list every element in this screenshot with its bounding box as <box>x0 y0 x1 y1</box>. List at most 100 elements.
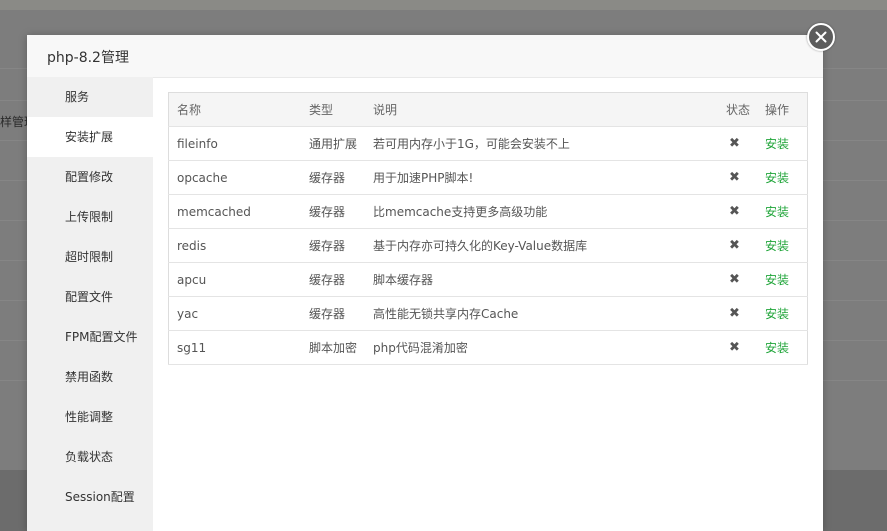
cell-type: 缓存器 <box>309 205 346 219</box>
table-cell: 安装 <box>757 126 808 161</box>
sidebar-item[interactable]: Session配置 <box>27 477 153 517</box>
table-cell: 高性能无锁共享内存Cache <box>365 296 718 331</box>
install-link[interactable]: 安装 <box>765 205 789 219</box>
table-cell: sg11 <box>168 330 301 365</box>
cell-type: 缓存器 <box>309 239 346 253</box>
table-cell: 缓存器 <box>301 228 365 263</box>
cell-desc: 基于内存亦可持久化的Key-Value数据库 <box>373 239 588 253</box>
status-x-icon: ✖ <box>729 136 740 151</box>
table-cell: ✖ <box>718 296 757 331</box>
table-cell: memcached <box>168 194 301 229</box>
cell-desc: 脚本缓存器 <box>373 273 434 287</box>
table-row: yac 缓存器 高性能无锁共享内存Cache ✖ 安装 <box>168 296 808 331</box>
cell-type: 缓存器 <box>309 171 346 185</box>
table-row: opcache 缓存器 用于加速PHP脚本! ✖ 安装 <box>168 160 808 195</box>
status-x-icon: ✖ <box>729 272 740 287</box>
extensions-table: 名称 类型 说明 状态 操作 fileinfo 通用扩展 若可用内存小于1G，可能会… <box>168 92 808 365</box>
table-cell: 比memcache支持更多高级功能 <box>365 194 718 229</box>
sidebar-item[interactable]: 禁用函数 <box>27 357 153 397</box>
table-cell: 缓存器 <box>301 194 365 229</box>
sidebar-item[interactable]: 服务 <box>27 77 153 117</box>
status-x-icon: ✖ <box>729 238 740 253</box>
cell-name: memcached <box>177 204 251 219</box>
cell-desc: 若可用内存小于1G，可能会安装不上 <box>373 137 570 151</box>
table-cell: 缓存器 <box>301 160 365 195</box>
column-header-name: 名称 <box>168 92 301 127</box>
table-cell: 若可用内存小于1G，可能会安装不上 <box>365 126 718 161</box>
close-dialog-button[interactable] <box>807 23 835 51</box>
table-cell: ✖ <box>718 160 757 195</box>
column-header-status: 状态 <box>718 92 757 127</box>
cell-name: yac <box>177 306 199 321</box>
table-cell: 脚本加密 <box>301 330 365 365</box>
cell-name: opcache <box>177 170 228 185</box>
status-x-icon: ✖ <box>729 204 740 219</box>
table-cell: 安装 <box>757 160 808 195</box>
cell-desc: 比memcache支持更多高级功能 <box>373 205 548 219</box>
cell-name: fileinfo <box>177 136 218 151</box>
table-row: apcu 缓存器 脚本缓存器 ✖ 安装 <box>168 262 808 297</box>
table-cell: 基于内存亦可持久化的Key-Value数据库 <box>365 228 718 263</box>
table-row: fileinfo 通用扩展 若可用内存小于1G，可能会安装不上 ✖ 安装 <box>168 126 808 161</box>
cell-name: apcu <box>177 272 207 287</box>
table-cell: ✖ <box>718 330 757 365</box>
cell-type: 通用扩展 <box>309 137 358 151</box>
dialog-title: php-8.2管理 <box>47 50 129 66</box>
table-header-row: 名称 类型 说明 状态 操作 <box>168 92 808 127</box>
background-label: 样管理 <box>0 115 27 129</box>
table-cell: 通用扩展 <box>301 126 365 161</box>
cell-desc: php代码混淆加密 <box>373 341 468 355</box>
table-cell: 用于加速PHP脚本! <box>365 160 718 195</box>
table-row: memcached 缓存器 比memcache支持更多高级功能 ✖ 安装 <box>168 194 808 229</box>
sidebar-item[interactable]: 负载状态 <box>27 437 153 477</box>
status-x-icon: ✖ <box>729 170 740 185</box>
cell-type: 脚本加密 <box>309 341 358 355</box>
cell-name: sg11 <box>177 340 207 355</box>
sidebar-item[interactable]: 性能调整 <box>27 397 153 437</box>
table-cell: php代码混淆加密 <box>365 330 718 365</box>
sidebar-item[interactable]: 超时限制 <box>27 237 153 277</box>
php-manager-dialog: php-8.2管理 服务 安装扩展 配置修改 上传限制 超时限制 配置文件 FPM配置文件禁… <box>27 35 823 531</box>
sidebar-item[interactable]: 安装扩展 <box>27 117 153 157</box>
background-topbar <box>0 0 887 10</box>
install-link[interactable]: 安装 <box>765 137 789 151</box>
table-cell: 安装 <box>757 262 808 297</box>
table-cell: ✖ <box>718 194 757 229</box>
cell-desc: 用于加速PHP脚本! <box>373 171 474 185</box>
cell-name: redis <box>177 238 207 253</box>
install-link[interactable]: 安装 <box>765 341 789 355</box>
table-cell: redis <box>168 228 301 263</box>
table-cell: ✖ <box>718 262 757 297</box>
cell-desc: 高性能无锁共享内存Cache <box>373 307 519 321</box>
sidebar-item[interactable]: 配置文件 <box>27 277 153 317</box>
install-link[interactable]: 安装 <box>765 171 789 185</box>
cell-type: 缓存器 <box>309 273 346 287</box>
status-x-icon: ✖ <box>729 306 740 321</box>
table-cell: yac <box>168 296 301 331</box>
column-header-op: 操作 <box>757 92 808 127</box>
table-cell: ✖ <box>718 126 757 161</box>
table-cell: 安装 <box>757 228 808 263</box>
table-cell: ✖ <box>718 228 757 263</box>
sidebar-item[interactable]: FPM配置文件 <box>27 317 153 357</box>
sidebar-item[interactable]: 上传限制 <box>27 197 153 237</box>
dialog-sidebar: 服务 安装扩展 配置修改 上传限制 超时限制 配置文件 FPM配置文件 禁用函数 性能调整 负载状… <box>27 77 153 531</box>
table-cell: fileinfo <box>168 126 301 161</box>
install-link[interactable]: 安装 <box>765 307 789 321</box>
status-x-icon: ✖ <box>729 340 740 355</box>
table-cell: 缓存器 <box>301 296 365 331</box>
table-cell: 脚本缓存器 <box>365 262 718 297</box>
table-cell: 安装 <box>757 194 808 229</box>
column-header-type: 类型 <box>301 92 365 127</box>
table-cell: 安装 <box>757 296 808 331</box>
table-cell: 安装 <box>757 330 808 365</box>
install-link[interactable]: 安装 <box>765 239 789 253</box>
dialog-header: php-8.2管理 <box>27 35 823 78</box>
install-link[interactable]: 安装 <box>765 273 789 287</box>
table-cell: apcu <box>168 262 301 297</box>
table-row: redis 缓存器 基于内存亦可持久化的Key-Value数据库 ✖ 安装 <box>168 228 808 263</box>
table-row: sg11 脚本加密 php代码混淆加密 ✖ 安装 <box>168 330 808 365</box>
table-cell: 缓存器 <box>301 262 365 297</box>
sidebar-item[interactable]: 配置修改 <box>27 157 153 197</box>
column-header-desc: 说明 <box>365 92 718 127</box>
